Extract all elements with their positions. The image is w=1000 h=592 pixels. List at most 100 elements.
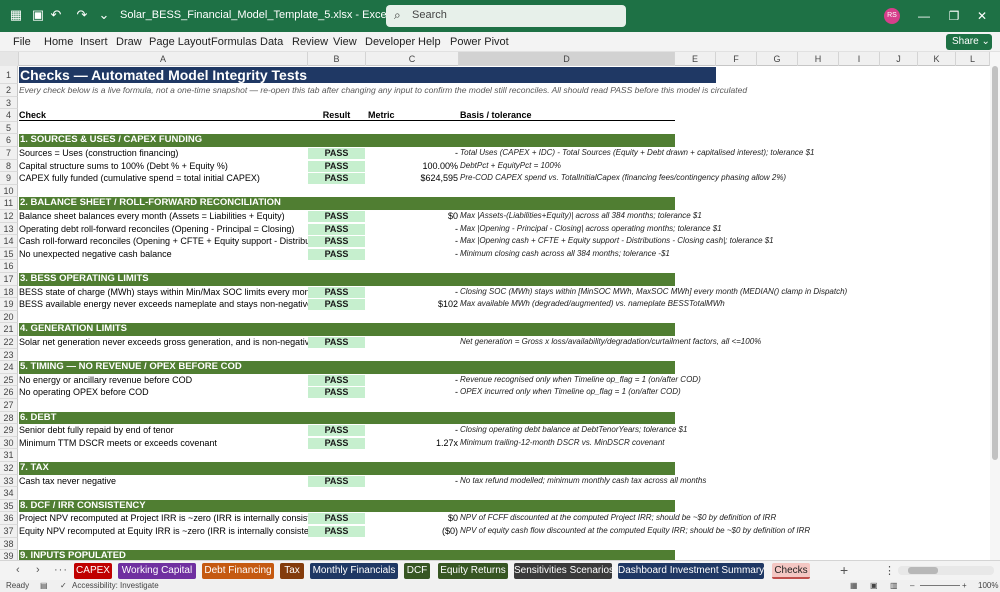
row-number[interactable]: 3 bbox=[0, 96, 18, 110]
check-description[interactable]: Cash tax never negative bbox=[19, 475, 308, 488]
row-number[interactable]: 4 bbox=[0, 109, 18, 122]
check-description[interactable]: BESS available energy never exceeds name… bbox=[19, 298, 308, 311]
check-basis[interactable]: NPV of equity cash flow discounted at th… bbox=[460, 525, 880, 538]
zoom-slider[interactable] bbox=[920, 585, 960, 586]
accessibility-status[interactable]: Accessibility: Investigate bbox=[72, 581, 159, 590]
row-number[interactable]: 35 bbox=[0, 499, 18, 513]
status-badge[interactable]: PASS bbox=[308, 223, 365, 235]
sheet-tab-dcf[interactable]: DCF bbox=[404, 563, 430, 579]
status-badge[interactable]: PASS bbox=[308, 475, 365, 487]
check-metric[interactable]: - bbox=[366, 248, 458, 261]
status-badge[interactable]: PASS bbox=[308, 299, 365, 311]
row-number[interactable]: 6 bbox=[0, 134, 18, 147]
share-button[interactable]: Share ⌄ bbox=[946, 34, 992, 50]
check-description[interactable]: Capital structure sums to 100% (Debt % +… bbox=[19, 160, 308, 173]
column-header-b[interactable]: B bbox=[308, 52, 366, 66]
customize-toolbar-icon[interactable]: ⌄ bbox=[96, 7, 112, 23]
row-number[interactable]: 33 bbox=[0, 474, 18, 488]
zoom-out-icon[interactable]: – bbox=[910, 581, 914, 590]
row-number[interactable]: 22 bbox=[0, 336, 18, 349]
check-basis[interactable]: OPEX incurred only when Timeline op_flag… bbox=[460, 386, 880, 399]
column-header-l[interactable]: L bbox=[956, 52, 990, 66]
check-basis[interactable]: No tax refund modelled; minimum monthly … bbox=[460, 475, 880, 488]
more-sheets-icon[interactable]: ··· bbox=[54, 564, 68, 576]
status-badge[interactable]: PASS bbox=[308, 148, 365, 159]
column-header-d[interactable]: D bbox=[459, 52, 675, 66]
sheet-tab-monthly-financials[interactable]: Monthly Financials bbox=[310, 563, 398, 579]
sheet-tab-capex[interactable]: CAPEX bbox=[74, 563, 112, 579]
tab-developer[interactable]: Developer bbox=[365, 36, 415, 48]
row-number[interactable]: 17 bbox=[0, 273, 18, 286]
row-number[interactable]: 2 bbox=[0, 84, 18, 97]
check-description[interactable]: No energy or ancillary revenue before CO… bbox=[19, 374, 308, 387]
redo-icon[interactable]: ↷ bbox=[74, 7, 90, 23]
row-number[interactable]: 36 bbox=[0, 512, 18, 525]
check-description[interactable]: Minimum TTM DSCR meets or exceeds covena… bbox=[19, 437, 308, 450]
check-metric[interactable]: $624,595 bbox=[366, 172, 458, 185]
status-badge[interactable]: PASS bbox=[308, 211, 365, 222]
tab-page-layout[interactable]: Page Layout bbox=[149, 36, 211, 48]
status-badge[interactable]: PASS bbox=[308, 513, 365, 525]
row-number[interactable]: 23 bbox=[0, 348, 18, 362]
row-number[interactable]: 18 bbox=[0, 285, 18, 299]
tab-view[interactable]: View bbox=[333, 36, 357, 48]
check-basis[interactable]: Max |Opening cash + CFTE + Equity suppor… bbox=[460, 235, 880, 248]
vertical-scrollbar[interactable] bbox=[990, 52, 1000, 560]
check-description[interactable]: No operating OPEX before COD bbox=[19, 386, 308, 399]
restore-icon[interactable]: ❐ bbox=[944, 6, 964, 26]
check-metric[interactable]: - bbox=[366, 424, 458, 437]
sheet-tab-sensitivities-scenarios[interactable]: Sensitivities Scenarios bbox=[514, 563, 614, 579]
check-metric[interactable]: $102 bbox=[366, 298, 458, 311]
tab-help[interactable]: Help bbox=[418, 36, 441, 48]
sheet-tab-tax[interactable]: Tax bbox=[280, 563, 304, 579]
status-badge[interactable]: PASS bbox=[308, 337, 365, 348]
row-number[interactable]: 24 bbox=[0, 361, 18, 374]
row-number[interactable]: 32 bbox=[0, 462, 18, 475]
horizontal-scrollbar[interactable] bbox=[898, 566, 994, 575]
check-metric[interactable]: $0 bbox=[366, 512, 458, 525]
sheet-tab-checks[interactable]: Checks bbox=[772, 563, 810, 579]
tab-home[interactable]: Home bbox=[44, 36, 73, 48]
next-sheet-icon[interactable]: › bbox=[36, 564, 40, 576]
search-box[interactable]: ⌕ Search bbox=[386, 5, 626, 27]
status-badge[interactable]: PASS bbox=[308, 286, 365, 298]
check-basis[interactable]: Closing operating debt balance at DebtTe… bbox=[460, 424, 880, 437]
check-basis[interactable]: Minimum closing cash across all 384 mont… bbox=[460, 248, 880, 261]
row-number[interactable]: 26 bbox=[0, 386, 18, 399]
row-number[interactable]: 30 bbox=[0, 436, 18, 450]
select-all-corner[interactable] bbox=[0, 52, 19, 66]
check-description[interactable]: Operating debt roll-forward reconciles (… bbox=[19, 223, 308, 236]
undo-icon[interactable]: ↶ bbox=[48, 7, 64, 23]
sheet-tab-debt-financing[interactable]: Debt Financing bbox=[202, 563, 274, 579]
tab-file[interactable]: File bbox=[13, 36, 31, 48]
check-metric[interactable]: 1.27x bbox=[366, 437, 458, 450]
column-header-e[interactable]: E bbox=[675, 52, 716, 66]
page-break-view-icon[interactable]: ▥ bbox=[890, 581, 898, 590]
tab-options-icon[interactable]: ⋮ bbox=[884, 564, 895, 577]
row-number[interactable]: 16 bbox=[0, 260, 18, 273]
tab-formulas[interactable]: Formulas bbox=[211, 36, 257, 48]
column-header-f[interactable]: F bbox=[716, 52, 757, 66]
row-number[interactable]: 39 bbox=[0, 550, 18, 560]
check-basis[interactable]: Pre-COD CAPEX spend vs. TotalInitialCape… bbox=[460, 172, 880, 185]
check-basis[interactable]: Closing SOC (MWh) stays within [MinSOC M… bbox=[460, 286, 880, 299]
check-metric[interactable]: ($0) bbox=[366, 525, 458, 538]
zoom-level[interactable]: 100% bbox=[978, 581, 998, 590]
check-description[interactable]: Cash roll-forward reconciles (Opening + … bbox=[19, 235, 308, 248]
check-basis[interactable]: Minimum trailing-12-month DSCR vs. MinDS… bbox=[460, 437, 880, 450]
check-metric[interactable]: - bbox=[366, 374, 458, 387]
check-description[interactable]: Project NPV recomputed at Project IRR is… bbox=[19, 512, 308, 525]
column-header-h[interactable]: H bbox=[798, 52, 839, 66]
row-number[interactable]: 20 bbox=[0, 310, 18, 324]
check-basis[interactable]: Total Uses (CAPEX + IDC) - Total Sources… bbox=[460, 147, 880, 160]
status-badge[interactable]: PASS bbox=[308, 173, 365, 185]
row-number[interactable]: 1 bbox=[0, 66, 18, 84]
minimize-icon[interactable]: — bbox=[914, 6, 934, 26]
row-number[interactable]: 37 bbox=[0, 525, 18, 538]
row-number[interactable]: 27 bbox=[0, 399, 18, 412]
status-badge[interactable]: PASS bbox=[308, 248, 365, 260]
check-basis[interactable]: Max available MWh (degraded/augmented) v… bbox=[460, 298, 880, 311]
check-basis[interactable]: NPV of FCFF discounted at the computed P… bbox=[460, 512, 880, 525]
check-description[interactable]: No unexpected negative cash balance bbox=[19, 248, 308, 261]
check-metric[interactable]: - bbox=[366, 223, 458, 236]
